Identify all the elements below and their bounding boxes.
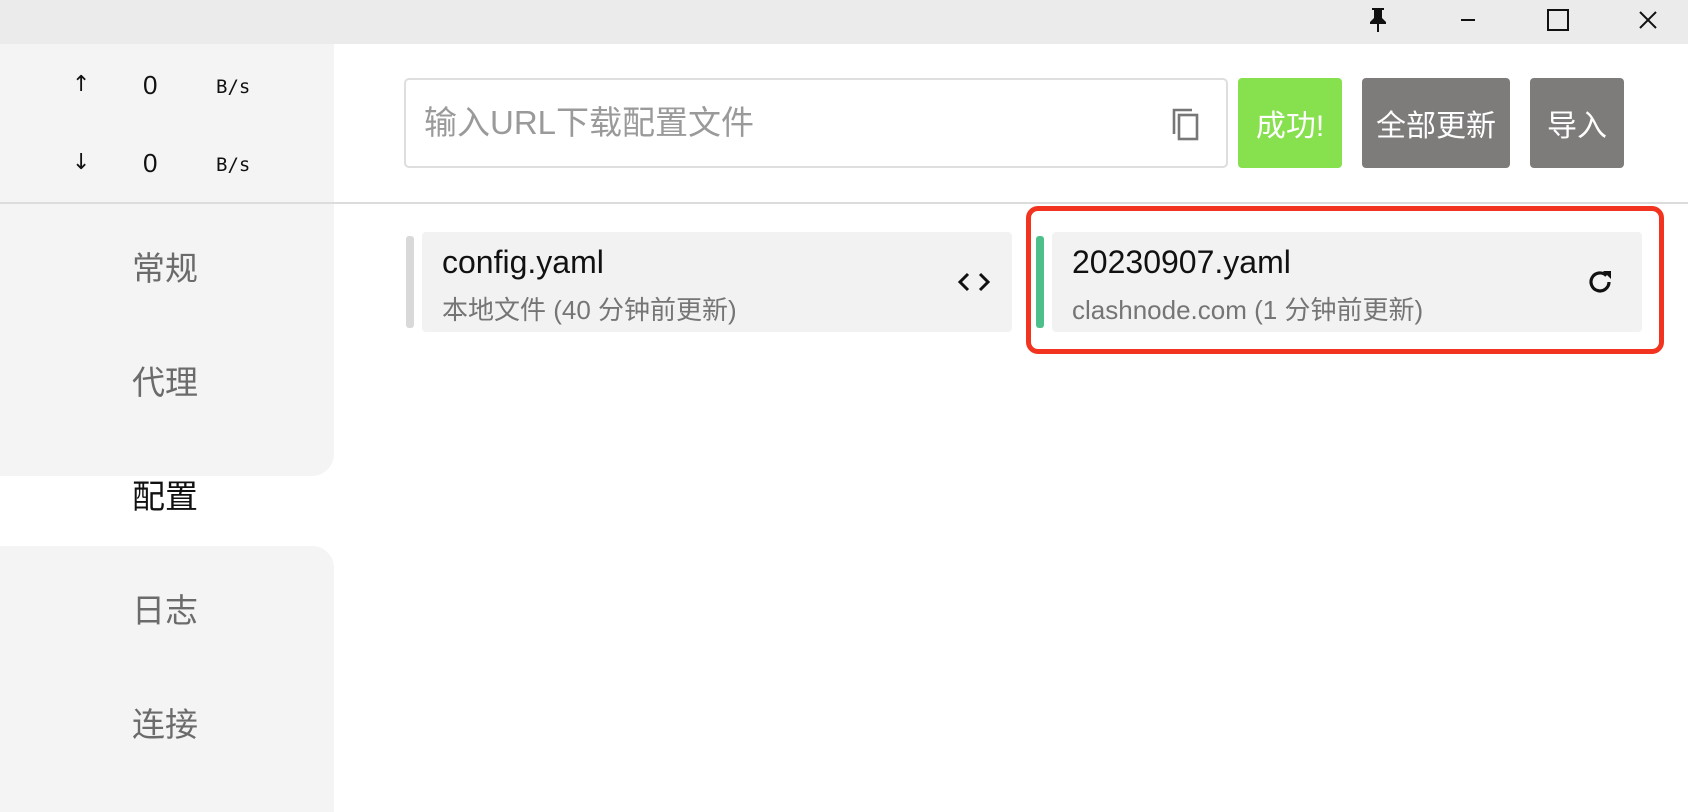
import-button[interactable]: 导入 (1530, 78, 1624, 168)
code-icon (957, 272, 991, 292)
download-value: 0 (143, 148, 158, 178)
upload-value: 0 (143, 70, 158, 100)
sidebar-item-label: 配置 (132, 478, 198, 515)
refresh-button[interactable] (1578, 260, 1622, 304)
sidebar-item-connections[interactable]: 连接 (0, 678, 334, 758)
profile-description: clashnode.com (1 分钟前更新) (1072, 295, 1424, 325)
sidebar-item-proxy[interactable]: 代理 (0, 336, 334, 416)
minimize-icon (1461, 19, 1475, 21)
refresh-icon (1589, 271, 1611, 293)
sidebar-item-label: 常规 (132, 250, 198, 287)
title-bar (0, 0, 1688, 44)
sidebar-item-label: 连接 (132, 706, 198, 743)
maximize-button[interactable] (1528, 0, 1588, 40)
update-all-button[interactable]: 全部更新 (1362, 78, 1510, 168)
download-speed: ↓ 0 B/s (0, 144, 334, 184)
sidebar-item-label: 代理 (132, 364, 198, 401)
url-input[interactable] (424, 100, 1124, 146)
upload-unit: B/s (216, 76, 251, 98)
pin-button[interactable] (1348, 0, 1408, 40)
profile-indicator (406, 236, 414, 328)
profile-card-config[interactable]: config.yaml 本地文件 (40 分钟前更新) (422, 232, 1012, 332)
profile-card-20230907[interactable]: 20230907.yaml clashnode.com (1 分钟前更新) (1052, 232, 1642, 332)
profile-description: 本地文件 (40 分钟前更新) (442, 295, 737, 325)
sidebar-item-profiles[interactable]: 配置 (0, 450, 334, 530)
profile-name: 20230907.yaml (1072, 244, 1291, 280)
edit-button[interactable] (952, 260, 996, 304)
traffic-panel: ↑ 0 B/s ↓ 0 B/s (0, 44, 334, 202)
close-button[interactable] (1618, 0, 1678, 40)
success-button[interactable]: 成功! (1238, 78, 1342, 168)
download-unit: B/s (216, 154, 251, 176)
profile-name: config.yaml (442, 244, 604, 280)
upload-arrow-icon: ↑ (72, 72, 91, 97)
download-arrow-icon: ↓ (72, 150, 91, 175)
paste-button[interactable] (1166, 104, 1206, 144)
sidebar: ↑ 0 B/s ↓ 0 B/s 常规 代理 配置 日志 连接 (0, 44, 334, 812)
upload-speed: ↑ 0 B/s (0, 66, 334, 106)
url-field (404, 78, 1228, 168)
close-icon (1639, 11, 1657, 29)
minimize-button[interactable] (1438, 0, 1498, 40)
sidebar-item-logs[interactable]: 日志 (0, 564, 334, 644)
sidebar-item-label: 日志 (132, 592, 198, 629)
profile-indicator-active (1036, 236, 1044, 328)
pin-icon (1370, 8, 1386, 32)
sidebar-item-general[interactable]: 常规 (0, 222, 334, 302)
copy-icon (1172, 108, 1199, 141)
header-divider (0, 202, 1688, 204)
maximize-icon (1547, 9, 1569, 31)
